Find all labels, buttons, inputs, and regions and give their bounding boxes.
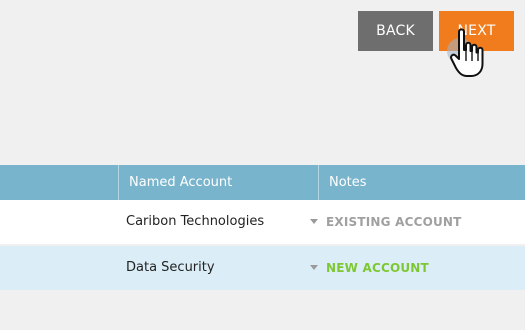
named-account-cell: Caribon Technologies: [126, 214, 265, 229]
table-header: Named Account Notes: [0, 165, 525, 200]
column-header-select: [0, 165, 118, 200]
back-button[interactable]: BACK: [358, 11, 433, 51]
hand-pointer-icon: [450, 28, 484, 77]
named-account-cell: Data Security: [126, 260, 215, 275]
table-row[interactable]: Data Security NEW ACCOUNT: [0, 246, 525, 290]
chevron-down-icon[interactable]: [310, 219, 318, 224]
column-header-notes: Notes: [318, 165, 525, 200]
column-header-named-account: Named Account: [118, 165, 318, 200]
notes-cell[interactable]: NEW ACCOUNT: [326, 246, 429, 290]
chevron-down-icon[interactable]: [310, 265, 318, 270]
notes-cell[interactable]: EXISTING ACCOUNT: [326, 200, 462, 244]
table-row[interactable]: Caribon Technologies EXISTING ACCOUNT: [0, 200, 525, 244]
accounts-table: Named Account Notes Caribon Technologies…: [0, 165, 525, 290]
